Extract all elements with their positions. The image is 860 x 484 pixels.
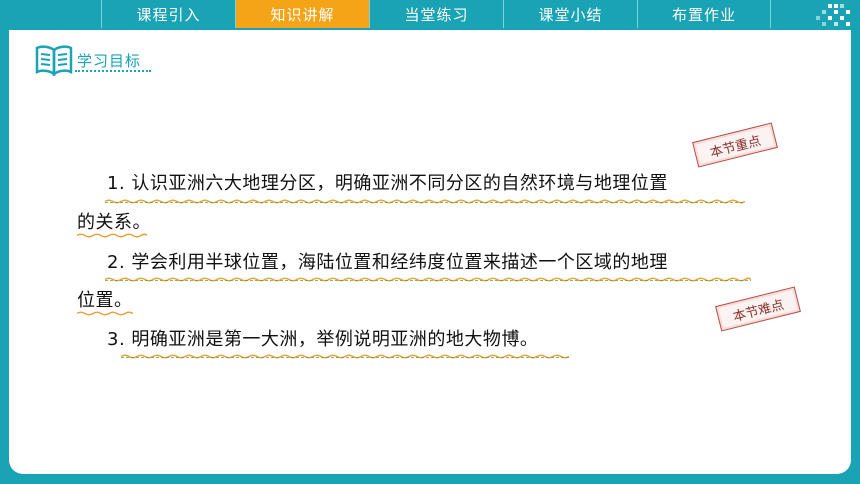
nav-tabs: 课程引入 知识讲解 当堂练习 课堂小结 布置作业 (101, 0, 771, 28)
objective-3-line-1: 3. 明确亚洲是第一大洲，举例说明亚洲的地大物博。 (107, 329, 539, 350)
decorative-dots-icon (816, 4, 850, 26)
difficult-point-stamp-label: 本节难点 (731, 297, 786, 325)
top-navigation-bar: 课程引入 知识讲解 当堂练习 课堂小结 布置作业 (0, 0, 860, 30)
tab-course-intro[interactable]: 课程引入 (101, 0, 235, 28)
open-book-icon (35, 45, 73, 76)
tab-summary[interactable]: 课堂小结 (503, 0, 637, 28)
objective-2-line-2: 位置。 (77, 290, 133, 311)
objective-2-underline-1 (105, 277, 751, 282)
key-point-stamp: 本节重点 (692, 122, 778, 168)
objective-2-line-1: 2. 学会利用半球位置，海陆位置和经纬度位置来描述一个区域的地理 (107, 252, 668, 273)
objective-1-line-1: 1. 认识亚洲六大地理分区，明确亚洲不同分区的自然环境与地理位置 (107, 173, 668, 194)
objective-1-line-2: 的关系。 (77, 212, 151, 233)
objective-2-underline-2 (77, 311, 133, 316)
key-point-stamp-label: 本节重点 (708, 133, 763, 161)
difficult-point-stamp: 本节难点 (715, 286, 801, 332)
objective-1-underline-2 (77, 233, 147, 238)
objective-3-underline-1 (121, 354, 569, 359)
content-card: 学习目标 本节重点 本节难点 1. 认识亚洲六大地理分区，明确亚洲不同分区的自然… (9, 30, 851, 474)
tab-knowledge[interactable]: 知识讲解 (235, 0, 369, 28)
objective-1-underline-1 (105, 199, 745, 204)
section-title-divider (75, 70, 151, 72)
section-title: 学习目标 (77, 51, 142, 70)
tab-practice[interactable]: 当堂练习 (369, 0, 503, 28)
tab-homework[interactable]: 布置作业 (637, 0, 771, 28)
